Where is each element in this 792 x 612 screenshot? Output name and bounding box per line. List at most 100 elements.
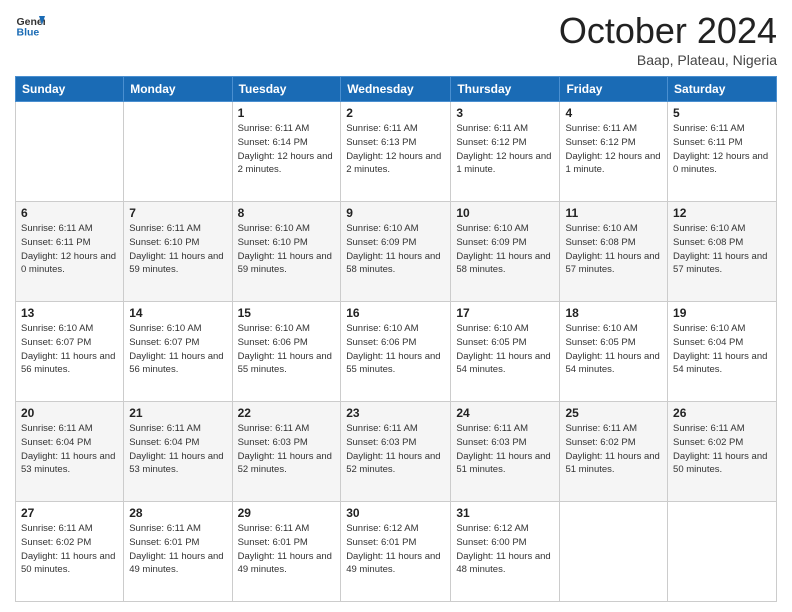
header: General Blue October 2024 Baap, Plateau,… — [15, 10, 777, 68]
day-number: 9 — [346, 206, 445, 220]
day-info: Sunrise: 6:11 AM Sunset: 6:11 PM Dayligh… — [673, 122, 771, 177]
day-number: 8 — [238, 206, 336, 220]
day-info: Sunrise: 6:10 AM Sunset: 6:06 PM Dayligh… — [346, 322, 445, 377]
day-info: Sunrise: 6:11 AM Sunset: 6:01 PM Dayligh… — [238, 522, 336, 577]
day-info: Sunrise: 6:11 AM Sunset: 6:11 PM Dayligh… — [21, 222, 118, 277]
col-wednesday: Wednesday — [341, 77, 451, 102]
day-number: 11 — [565, 206, 662, 220]
day-number: 26 — [673, 406, 771, 420]
day-cell: 4Sunrise: 6:11 AM Sunset: 6:12 PM Daylig… — [560, 102, 668, 202]
day-number: 21 — [129, 406, 226, 420]
day-info: Sunrise: 6:11 AM Sunset: 6:03 PM Dayligh… — [346, 422, 445, 477]
day-number: 31 — [456, 506, 554, 520]
day-info: Sunrise: 6:11 AM Sunset: 6:04 PM Dayligh… — [129, 422, 226, 477]
day-cell — [560, 502, 668, 602]
day-info: Sunrise: 6:10 AM Sunset: 6:09 PM Dayligh… — [346, 222, 445, 277]
day-number: 13 — [21, 306, 118, 320]
day-info: Sunrise: 6:11 AM Sunset: 6:02 PM Dayligh… — [673, 422, 771, 477]
day-cell: 12 Sunrise: 6:10 AM Sunset: 6:08 PM Dayli… — [668, 202, 777, 302]
logo: General Blue — [15, 10, 45, 40]
day-info: Sunrise: 6:10 AM Sunset: 6:07 PM Dayligh… — [129, 322, 226, 377]
calendar: Sunday Monday Tuesday Wednesday Thursday… — [15, 76, 777, 602]
day-info: Sunrise: 6:10 AM Sunset: 6:08 PM Dayligh… — [673, 222, 771, 277]
col-sunday: Sunday — [16, 77, 124, 102]
col-thursday: Thursday — [451, 77, 560, 102]
day-number: 18 — [565, 306, 662, 320]
header-row: Sunday Monday Tuesday Wednesday Thursday… — [16, 77, 777, 102]
day-cell: 3 Sunrise: 6:11 AM Sunset: 6:12 PM Daylig… — [451, 102, 560, 202]
day-cell: 2 Sunrise: 6:11 AM Sunset: 6:13 PM Daylig… — [341, 102, 451, 202]
day-cell — [124, 102, 232, 202]
day-info: Sunrise: 6:10 AM Sunset: 6:08 PM Dayligh… — [565, 222, 662, 277]
day-info: Sunrise: 6:11 AM Sunset: 6:14 PM Dayligh… — [238, 122, 336, 177]
day-number: 29 — [238, 506, 336, 520]
day-info: Sunrise: 6:11 AM Sunset: 6:03 PM Dayligh… — [456, 422, 554, 477]
day-info: Sunrise: 6:10 AM Sunset: 6:10 PM Dayligh… — [238, 222, 336, 277]
day-cell: 26 Sunrise: 6:11 AM Sunset: 6:02 PM Dayli… — [668, 402, 777, 502]
day-cell: 18 Sunrise: 6:10 AM Sunset: 6:05 PM Dayli… — [560, 302, 668, 402]
day-cell: 22Sunrise: 6:11 AM Sunset: 6:03 PM Dayli… — [232, 402, 341, 502]
day-cell: 6 Sunrise: 6:11 AM Sunset: 6:11 PM Daylig… — [16, 202, 124, 302]
day-info: Sunrise: 6:10 AM Sunset: 6:04 PM Dayligh… — [673, 322, 771, 377]
col-tuesday: Tuesday — [232, 77, 341, 102]
day-number: 25 — [565, 406, 662, 420]
day-cell: 11 Sunrise: 6:10 AM Sunset: 6:08 PM Dayli… — [560, 202, 668, 302]
day-number: 23 — [346, 406, 445, 420]
day-cell: 16 Sunrise: 6:10 AM Sunset: 6:06 PM Dayli… — [341, 302, 451, 402]
day-info: Sunrise: 6:11 AM Sunset: 6:12 PM Dayligh… — [565, 122, 662, 177]
subtitle: Baap, Plateau, Nigeria — [559, 52, 777, 68]
week-row-1: 1 Sunrise: 6:11 AM Sunset: 6:14 PM Daylig… — [16, 102, 777, 202]
col-friday: Friday — [560, 77, 668, 102]
day-cell: 23 Sunrise: 6:11 AM Sunset: 6:03 PM Dayli… — [341, 402, 451, 502]
day-number: 28 — [129, 506, 226, 520]
day-info: Sunrise: 6:11 AM Sunset: 6:01 PM Dayligh… — [129, 522, 226, 577]
day-cell: 5 Sunrise: 6:11 AM Sunset: 6:11 PM Daylig… — [668, 102, 777, 202]
day-number: 24 — [456, 406, 554, 420]
day-cell: 24 Sunrise: 6:11 AM Sunset: 6:03 PM Dayli… — [451, 402, 560, 502]
day-info: Sunrise: 6:11 AM Sunset: 6:13 PM Dayligh… — [346, 122, 445, 177]
day-info: Sunrise: 6:12 AM Sunset: 6:01 PM Dayligh… — [346, 522, 445, 577]
day-info: Sunrise: 6:10 AM Sunset: 6:05 PM Dayligh… — [456, 322, 554, 377]
col-monday: Monday — [124, 77, 232, 102]
day-cell: 13Sunrise: 6:10 AM Sunset: 6:07 PM Dayli… — [16, 302, 124, 402]
day-cell — [16, 102, 124, 202]
day-number: 6 — [21, 206, 118, 220]
day-number: 27 — [21, 506, 118, 520]
day-info: Sunrise: 6:10 AM Sunset: 6:06 PM Dayligh… — [238, 322, 336, 377]
day-number: 15 — [238, 306, 336, 320]
day-cell: 19Sunrise: 6:10 AM Sunset: 6:04 PM Dayli… — [668, 302, 777, 402]
day-number: 10 — [456, 206, 554, 220]
day-cell: 17 Sunrise: 6:10 AM Sunset: 6:05 PM Dayli… — [451, 302, 560, 402]
day-info: Sunrise: 6:11 AM Sunset: 6:12 PM Dayligh… — [456, 122, 554, 177]
week-row-3: 13 Sunrise: 6:10 AM Sunset: 6:07 PM Dayli… — [16, 302, 777, 402]
day-cell: 9 Sunrise: 6:10 AM Sunset: 6:09 PM Daylig… — [341, 202, 451, 302]
day-number: 3 — [456, 106, 554, 120]
day-number: 16 — [346, 306, 445, 320]
day-number: 17 — [456, 306, 554, 320]
day-cell: 29 Sunrise: 6:11 AM Sunset: 6:01 PM Dayli… — [232, 502, 341, 602]
day-info: Sunrise: 6:11 AM Sunset: 6:02 PM Dayligh… — [565, 422, 662, 477]
day-number: 14 — [129, 306, 226, 320]
day-cell: 25 Sunrise: 6:11 AM Sunset: 6:02 PM Dayli… — [560, 402, 668, 502]
day-number: 1 — [238, 106, 336, 120]
title-block: October 2024 Baap, Plateau, Nigeria — [559, 10, 777, 68]
day-number: 12 — [673, 206, 771, 220]
day-info: Sunrise: 6:11 AM Sunset: 6:03 PM Dayligh… — [238, 422, 336, 477]
day-info: Sunrise: 6:10 AM Sunset: 6:05 PM Dayligh… — [565, 322, 662, 377]
week-row-4: 20 Sunrise: 6:11 AM Sunset: 6:04 PM Dayli… — [16, 402, 777, 502]
day-cell: 21 Sunrise: 6:11 AM Sunset: 6:04 PM Dayli… — [124, 402, 232, 502]
day-number: 2 — [346, 106, 445, 120]
day-cell — [668, 502, 777, 602]
day-cell: 31 Sunrise: 6:12 AM Sunset: 6:00 PM Dayli… — [451, 502, 560, 602]
day-info: Sunrise: 6:10 AM Sunset: 6:09 PM Dayligh… — [456, 222, 554, 277]
day-cell: 30Sunrise: 6:12 AM Sunset: 6:01 PM Dayli… — [341, 502, 451, 602]
day-info: Sunrise: 6:12 AM Sunset: 6:00 PM Dayligh… — [456, 522, 554, 577]
day-number: 5 — [673, 106, 771, 120]
day-cell: 1 Sunrise: 6:11 AM Sunset: 6:14 PM Daylig… — [232, 102, 341, 202]
day-cell: 28 Sunrise: 6:11 AM Sunset: 6:01 PM Dayli… — [124, 502, 232, 602]
day-info: Sunrise: 6:11 AM Sunset: 6:04 PM Dayligh… — [21, 422, 118, 477]
month-title: October 2024 — [559, 10, 777, 52]
day-number: 20 — [21, 406, 118, 420]
week-row-2: 6 Sunrise: 6:11 AM Sunset: 6:11 PM Daylig… — [16, 202, 777, 302]
day-info: Sunrise: 6:11 AM Sunset: 6:02 PM Dayligh… — [21, 522, 118, 577]
